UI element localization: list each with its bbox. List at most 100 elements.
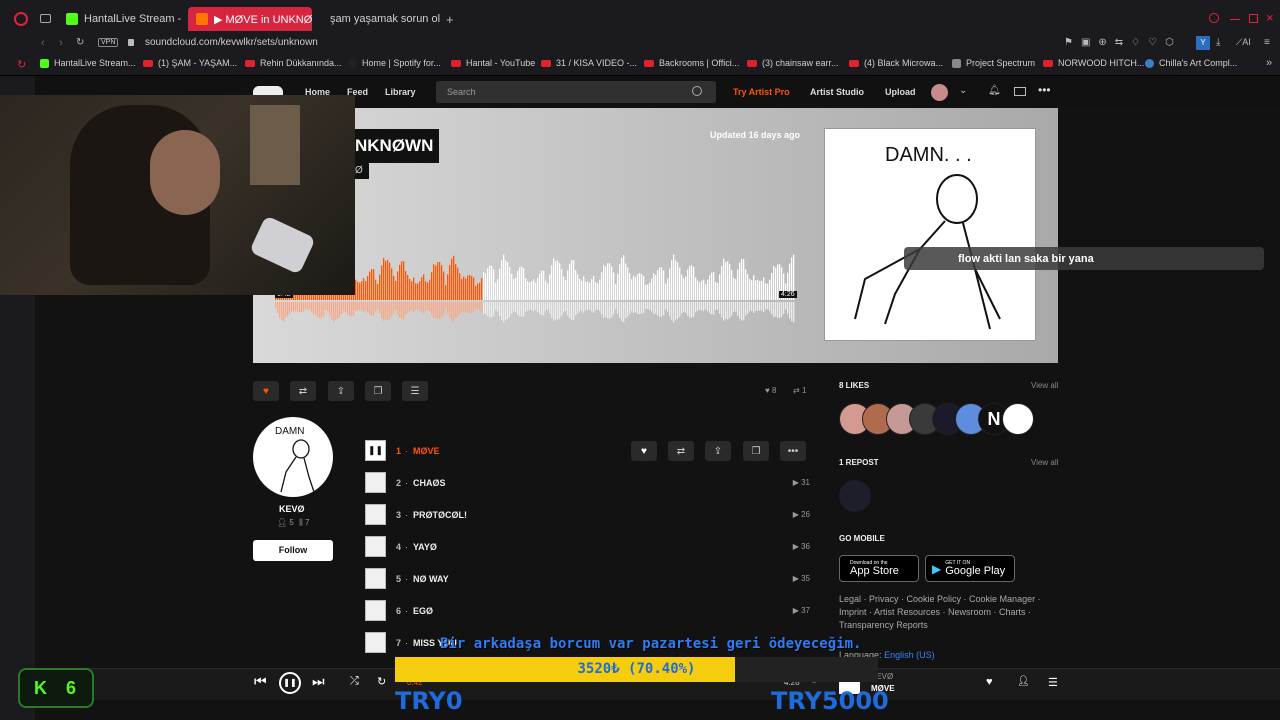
user-avatar[interactable] — [931, 84, 948, 101]
track-row[interactable]: 3 · PRØTØCØL! ▶ 26 — [365, 504, 810, 526]
history-icon[interactable]: ↻ — [17, 58, 26, 71]
waveform-bar — [457, 267, 459, 300]
pause-button[interactable]: ❚❚ — [365, 440, 386, 461]
next-button[interactable]: ⏭︎ — [312, 673, 325, 690]
track-title[interactable]: PRØTØCØL! — [413, 510, 467, 520]
forward-icon[interactable]: › — [59, 37, 63, 49]
artist-avatar[interactable]: DAMN — [253, 417, 333, 497]
search-icon[interactable] — [692, 86, 702, 96]
track-row[interactable]: 2 · CHAØS ▶ 31 — [365, 472, 810, 494]
waveform-reflection-bar — [405, 302, 407, 315]
reposts-heading[interactable]: 1 REPOST — [839, 458, 879, 467]
artist-name[interactable]: KEVØ — [279, 504, 305, 514]
track-title[interactable]: NØ WAY — [413, 574, 449, 584]
ai-icon[interactable]: ⟋AI — [1236, 37, 1251, 48]
repeat-button[interactable]: ↻ — [377, 675, 386, 688]
play-pause-button[interactable]: ❚❚ — [279, 672, 301, 694]
tab-move-unknown[interactable]: ▶ MØVE in UNKNØWN — [188, 7, 312, 31]
bookmark-item[interactable]: Chilla's Art Compl... — [1145, 58, 1237, 68]
track-row[interactable]: 6 · EGØ ▶ 37 — [365, 600, 810, 622]
download-icon[interactable]: ⤓ — [1216, 37, 1220, 48]
maximize-button[interactable] — [1249, 14, 1258, 23]
bookmark-item[interactable]: (1) ŞAM - YAŞAM... — [143, 58, 237, 68]
waveform-bar — [753, 275, 755, 300]
profile-icon[interactable]: Y — [1196, 36, 1210, 50]
repost-button[interactable]: ⇄ — [290, 381, 316, 401]
bookmark-item[interactable]: Project Spectrum — [952, 58, 1035, 68]
more-bookmarks-icon[interactable]: » — [1266, 57, 1272, 69]
minimize-button[interactable] — [1230, 19, 1240, 20]
share-button[interactable]: ⇪ — [328, 381, 354, 401]
tab-sam-yasamak[interactable]: şam yaşamak sorun oldu i — [316, 7, 440, 31]
reposts-view-all[interactable]: View all — [1031, 458, 1058, 467]
track-share-button[interactable]: ⇪ — [705, 441, 731, 461]
waveform-bar — [731, 269, 733, 300]
bookmark-item[interactable]: (3) chainsaw earr... — [747, 58, 839, 68]
bookmark-item[interactable]: Hantal - YouTube — [451, 58, 535, 68]
player-follow-icon[interactable]: 👤︎ — [1017, 676, 1030, 687]
previous-button[interactable]: ⏮︎ — [254, 673, 267, 690]
nav-library[interactable]: Library — [385, 87, 416, 97]
tab-hantallive[interactable]: HantalLive Stream - Watch — [58, 7, 184, 31]
back-icon[interactable]: ‹ — [41, 37, 45, 49]
likes-view-all[interactable]: View all — [1031, 381, 1058, 390]
opera-logo-icon[interactable] — [14, 12, 28, 26]
waveform-reflection-bar — [685, 302, 687, 313]
search-tabs-icon[interactable] — [1209, 13, 1219, 23]
waveform-bar — [609, 263, 611, 300]
bookmark-item[interactable]: NORWOOD HITCH... — [1043, 58, 1144, 68]
likes-heading[interactable]: 8 LIKES — [839, 381, 869, 390]
track-title[interactable]: MØVE — [413, 446, 440, 456]
notifications-icon[interactable]: 🔔︎ — [988, 85, 1001, 96]
bookmark-item[interactable]: HantalLive Stream... — [40, 58, 136, 68]
url-field[interactable]: soundcloud.com/kevwlkr/sets/unknown — [145, 37, 318, 48]
new-tab-button[interactable]: + — [446, 12, 454, 27]
track-title[interactable]: EGØ — [413, 606, 433, 616]
google-play-badge[interactable]: ▶ GET IT ON Google Play — [925, 555, 1015, 582]
try-artist-pro-link[interactable]: Try Artist Pro — [733, 87, 790, 97]
language-link[interactable]: English (US) — [884, 650, 935, 660]
vpn-badge[interactable]: VPN — [98, 38, 119, 47]
player-like-icon[interactable]: ♥ — [986, 676, 993, 688]
artist-studio-link[interactable]: Artist Studio — [810, 87, 864, 97]
track-copy-button[interactable]: ❐ — [743, 441, 769, 461]
menu-icon[interactable]: ≡ — [1264, 37, 1270, 48]
shuffle-button[interactable]: ⤮ — [350, 675, 359, 688]
waveform-bar — [413, 277, 415, 300]
messages-icon[interactable] — [1014, 87, 1026, 96]
like-button[interactable]: ♥ — [253, 381, 279, 401]
track-more-button[interactable]: ••• — [780, 441, 806, 461]
waveform-bar — [597, 283, 599, 300]
follow-button[interactable]: Follow — [253, 540, 333, 561]
reposter-avatar[interactable] — [839, 480, 871, 512]
bookmark-item[interactable]: 31 / KISA VIDEO -... — [541, 58, 637, 68]
track-row[interactable]: 5 · NØ WAY ▶ 35 — [365, 568, 810, 590]
queue-icon[interactable]: ☰ — [1048, 676, 1058, 689]
search-field[interactable]: Search — [436, 81, 716, 103]
close-window-button[interactable]: × — [1266, 10, 1274, 25]
waveform-bar — [535, 282, 537, 300]
track-row[interactable]: ❚❚ 1 · MØVE ♥ ⇄ ⇪ ❐ ••• — [365, 440, 810, 462]
add-to-queue-button[interactable]: ☰ — [402, 381, 428, 401]
workspace-icon[interactable] — [40, 14, 51, 23]
app-store-badge[interactable]: Download on the App Store — [839, 555, 919, 582]
track-title[interactable]: CHAØS — [413, 478, 446, 488]
track-repost-button[interactable]: ⇄ — [668, 441, 694, 461]
bookmark-item[interactable]: (4) Black Microwa... — [849, 58, 943, 68]
liker-avatar[interactable] — [1002, 403, 1034, 435]
waveform-reflection-bar — [697, 302, 699, 311]
footer-links-2[interactable]: Imprint · Artist Resources · Newsroom · … — [839, 607, 1031, 617]
footer-links-1[interactable]: Legal · Privacy · Cookie Policy · Cookie… — [839, 594, 1041, 604]
footer-links-3[interactable]: Transparency Reports — [839, 620, 928, 630]
reload-icon[interactable]: ↻ — [76, 37, 84, 48]
upload-link[interactable]: Upload — [885, 87, 916, 97]
bookmark-item[interactable]: Backrooms | Offici... — [644, 58, 739, 68]
bookmark-item[interactable]: Rehin Dükkanında... — [245, 58, 342, 68]
bookmark-item[interactable]: Home | Spotify for... — [348, 58, 441, 68]
copy-link-button[interactable]: ❐ — [365, 381, 391, 401]
track-row[interactable]: 4 · YAYØ ▶ 36 — [365, 536, 810, 558]
chevron-down-icon[interactable]: ⌄ — [959, 85, 967, 96]
track-title[interactable]: YAYØ — [413, 542, 437, 552]
more-options-icon[interactable]: ••• — [1038, 83, 1051, 97]
track-like-button[interactable]: ♥ — [631, 441, 657, 461]
